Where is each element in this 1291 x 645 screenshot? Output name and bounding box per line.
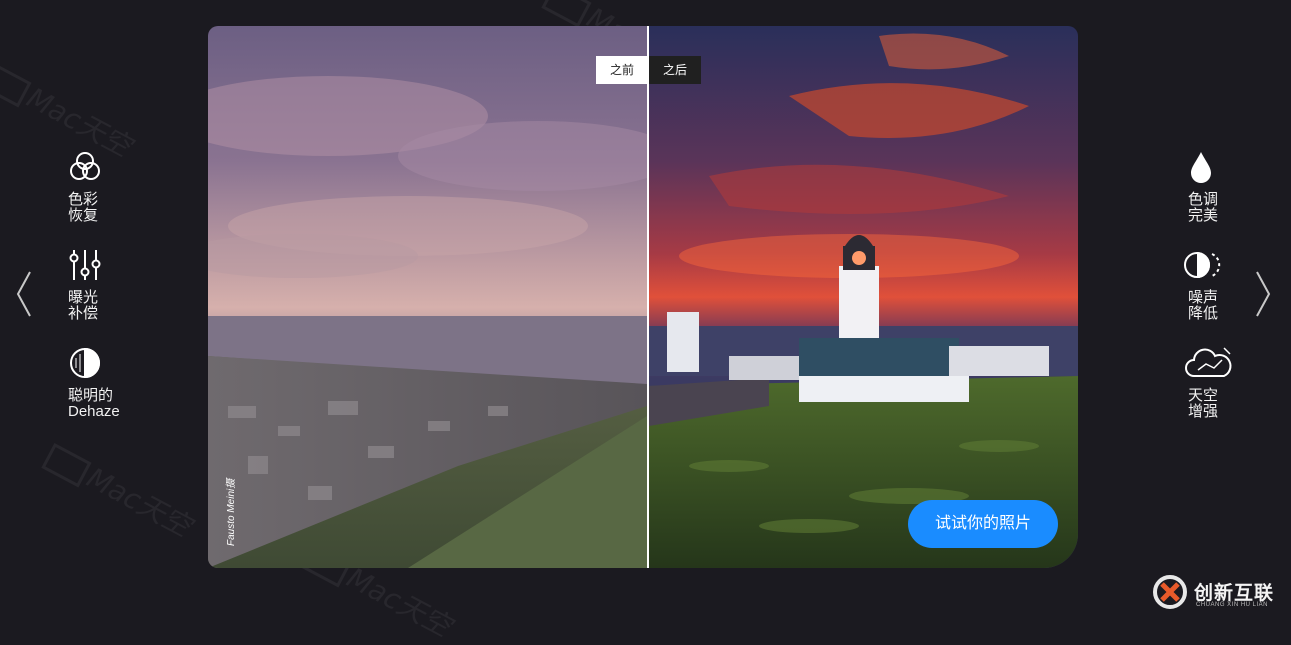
compare-divider-handle[interactable]	[647, 26, 649, 568]
brand-x-icon	[1153, 575, 1187, 609]
brand-logo: 创新互联 CHUANG XIN HU LIAN	[1152, 572, 1288, 616]
watermark: Mac天空	[0, 55, 139, 165]
brand-subtitle: CHUANG XIN HU LIAN	[1196, 602, 1269, 608]
try-your-photo-button[interactable]: 试试你的照片	[908, 500, 1058, 548]
color-circles-icon	[68, 150, 102, 184]
feature-label: 聪明的 Dehaze	[68, 387, 120, 420]
after-image	[649, 26, 1078, 568]
brand-name: 创新互联	[1194, 583, 1275, 604]
feature-exposure[interactable]: 曝光 补偿	[68, 248, 178, 322]
feature-label: 色彩 恢复	[68, 191, 99, 224]
feature-noise-reduction[interactable]: 噪声 降低	[1108, 248, 1221, 322]
drop-icon	[1184, 150, 1218, 184]
feature-label: 曝光 补偿	[68, 289, 99, 322]
feature-label: 噪声 降低	[1187, 289, 1218, 322]
before-after-compare[interactable]: 之前 之后 Fausto Meini摄 试试你的照片	[208, 26, 1078, 568]
photo-credit: Fausto Meini摄	[226, 478, 237, 546]
noise-circle-icon	[1184, 248, 1221, 282]
feature-sky-enhance[interactable]: 天空 增强	[1108, 346, 1232, 420]
feature-tone[interactable]: 色调 完美	[1108, 150, 1218, 224]
before-image	[208, 26, 678, 568]
before-tag: 之前	[596, 56, 649, 84]
sliders-icon	[68, 248, 102, 282]
prev-arrow-icon[interactable]	[14, 270, 34, 318]
cloud-icon	[1184, 346, 1232, 380]
after-tag: 之后	[649, 56, 702, 84]
next-arrow-icon[interactable]	[1253, 270, 1273, 318]
half-circle-icon	[68, 346, 102, 380]
feature-dehaze[interactable]: 聪明的 Dehaze	[68, 346, 178, 420]
feature-label: 色调 完美	[1187, 191, 1218, 224]
feature-color-recovery[interactable]: 色彩 恢复	[68, 150, 178, 224]
watermark: Mac天空	[40, 435, 199, 545]
feature-label: 天空 增强	[1187, 387, 1218, 420]
